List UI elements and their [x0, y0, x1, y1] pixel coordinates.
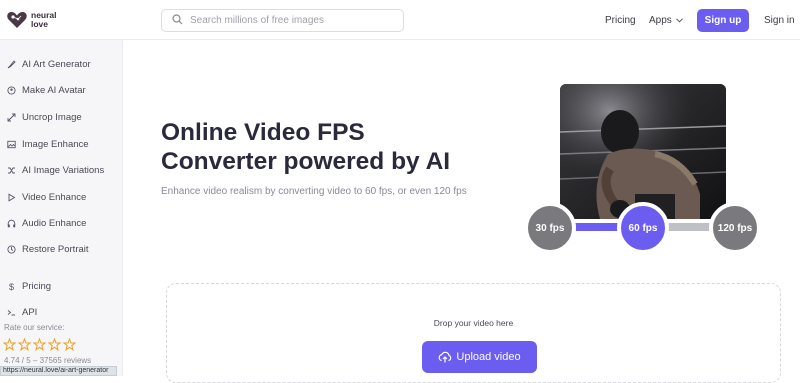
rate-label: Rate our service: — [4, 323, 65, 332]
terminal-icon — [7, 308, 16, 317]
headphones-icon — [7, 219, 16, 228]
sidebar-item-image-enhance[interactable]: Image Enhance — [7, 139, 89, 150]
star-icon[interactable] — [3, 338, 16, 351]
brush-icon — [7, 60, 16, 69]
sidebar-item-label: Image Enhance — [22, 139, 89, 150]
search-input[interactable] — [190, 15, 400, 26]
dollar-icon: $ — [8, 281, 14, 292]
brand-logo[interactable]: neural love — [6, 10, 65, 30]
search-icon — [172, 12, 183, 30]
nav-apps-dropdown[interactable]: Apps — [649, 15, 683, 26]
sidebar-item-label: Audio Enhance — [22, 218, 87, 229]
sidebar-item-label: Restore Portrait — [22, 244, 89, 255]
page-subtitle: Enhance video realism by converting vide… — [161, 186, 467, 197]
cloud-upload-icon — [438, 351, 452, 363]
status-url: https://neural.love/ai-art-generator — [0, 366, 117, 376]
play-icon — [7, 193, 16, 202]
star-icon[interactable] — [48, 338, 61, 351]
boxer-image — [560, 84, 726, 219]
sidebar-item-video-enhance[interactable]: Video Enhance — [7, 192, 86, 203]
signin-link[interactable]: Sign in — [764, 15, 795, 26]
image-icon — [7, 140, 16, 149]
sidebar-item-ai-art-generator[interactable]: AI Art Generator — [7, 59, 91, 70]
top-navigation-bar: neural love Pricing Apps Sign up Sign in — [0, 0, 800, 40]
search-bar[interactable] — [161, 9, 404, 32]
sidebar-item-label: API — [22, 307, 38, 318]
fps-option-30[interactable]: 30 fps — [524, 202, 576, 254]
star-icon[interactable] — [33, 338, 46, 351]
drop-zone-label: Drop your video here — [433, 318, 514, 328]
sidebar-item-ai-image-variations[interactable]: AI Image Variations — [7, 165, 104, 176]
shuffle-icon — [7, 166, 16, 175]
sidebar-item-make-ai-avatar[interactable]: Make AI Avatar — [7, 85, 86, 96]
portrait-icon — [7, 245, 16, 254]
sidebar-item-pricing[interactable]: $ Pricing — [7, 281, 51, 292]
fps-option-120[interactable]: 120 fps — [709, 202, 761, 254]
star-icon[interactable] — [63, 338, 76, 351]
upload-video-button[interactable]: Upload video — [422, 341, 537, 373]
sidebar-item-label: Pricing — [22, 281, 52, 292]
sidebar-item-label: Video Enhance — [22, 192, 87, 203]
sidebar-item-uncrop-image[interactable]: Uncrop Image — [7, 112, 82, 123]
chevron-down-icon — [675, 18, 683, 23]
reviews-count: 4.74 / 5 – 37565 reviews — [4, 356, 92, 365]
video-preview — [560, 84, 726, 219]
video-drop-zone[interactable]: Drop your video here Upload video — [166, 283, 781, 383]
nav-apps-label: Apps — [649, 15, 672, 26]
rating-stars[interactable] — [3, 338, 78, 351]
sidebar-item-restore-portrait[interactable]: Restore Portrait — [7, 244, 89, 255]
sidebar-item-label: Make AI Avatar — [22, 85, 86, 96]
sidebar-item-label: AI Art Generator — [22, 59, 91, 70]
sidebar-item-api[interactable]: API — [7, 307, 37, 318]
star-icon[interactable] — [18, 338, 31, 351]
expand-icon — [7, 113, 16, 122]
heart-logo-icon — [6, 10, 28, 30]
brand-name: neural love — [31, 10, 57, 29]
page-title: Online Video FPS Converter powered by AI — [161, 118, 501, 176]
avatar-icon — [7, 86, 16, 95]
signup-button[interactable]: Sign up — [697, 9, 749, 32]
sidebar-item-audio-enhance[interactable]: Audio Enhance — [7, 218, 86, 229]
page-title-line1: Online Video FPS — [161, 119, 365, 146]
fps-option-60[interactable]: 60 fps — [617, 202, 669, 254]
upload-video-label: Upload video — [456, 351, 521, 363]
sidebar-item-label: Uncrop Image — [22, 112, 82, 123]
page-title-line2: Converter powered by AI — [161, 148, 451, 175]
nav-pricing-link[interactable]: Pricing — [605, 15, 636, 26]
sidebar-item-label: AI Image Variations — [22, 165, 105, 176]
